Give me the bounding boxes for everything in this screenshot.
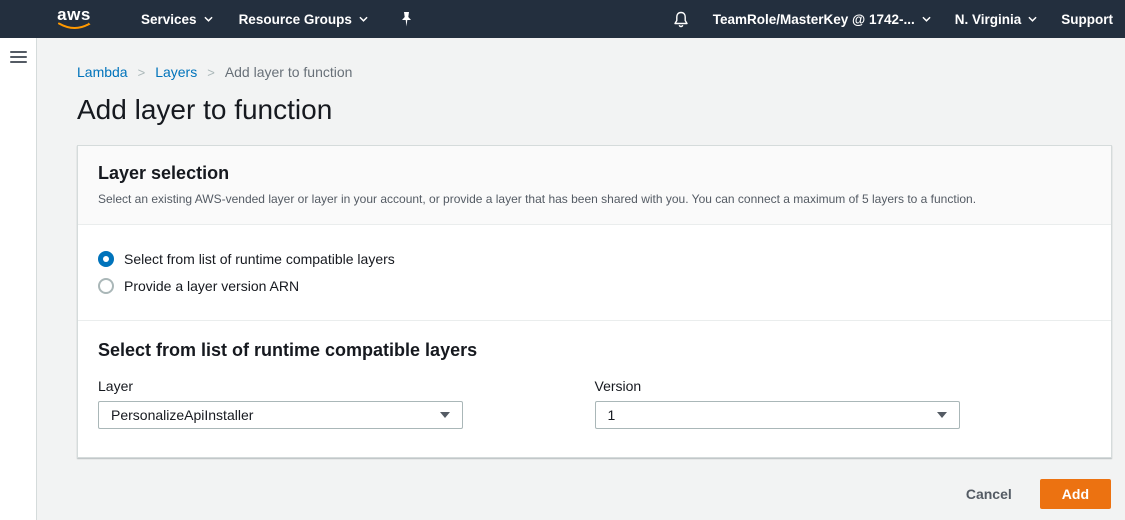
breadcrumb-link-lambda[interactable]: Lambda <box>77 64 128 80</box>
account-menu-label: TeamRole/MasterKey @ 1742-... <box>713 12 915 27</box>
caret-down-icon <box>937 412 947 418</box>
chevron-down-icon <box>359 16 368 22</box>
services-menu-label: Services <box>141 12 197 27</box>
radio-option-runtime-compatible[interactable]: Select from list of runtime compatible l… <box>98 251 1091 267</box>
aws-logo[interactable]: aws <box>57 8 91 31</box>
form-actions: Cancel Add <box>77 479 1112 509</box>
pushpin-icon <box>400 12 413 27</box>
chevron-down-icon <box>922 16 931 22</box>
card-title: Layer selection <box>98 163 1091 184</box>
layer-select-value: PersonalizeApiInstaller <box>111 407 440 423</box>
chevron-down-icon <box>1028 16 1037 22</box>
radio-label: Provide a layer version ARN <box>124 278 299 294</box>
aws-logo-text: aws <box>57 8 91 22</box>
pinned-shortcuts-button[interactable] <box>400 12 413 27</box>
support-menu-label: Support <box>1061 12 1113 27</box>
version-select-value: 1 <box>608 407 937 423</box>
aws-smile-icon <box>57 22 91 31</box>
account-menu[interactable]: TeamRole/MasterKey @ 1742-... <box>713 12 931 27</box>
radio-unselected-icon[interactable] <box>98 278 114 294</box>
breadcrumb-separator: > <box>207 65 215 80</box>
cancel-button[interactable]: Cancel <box>966 486 1012 502</box>
layer-field: Layer PersonalizeApiInstaller <box>98 378 595 429</box>
layer-select[interactable]: PersonalizeApiInstaller <box>98 401 463 429</box>
caret-down-icon <box>440 412 450 418</box>
card-description: Select an existing AWS-vended layer or l… <box>98 191 1091 208</box>
breadcrumb-link-layers[interactable]: Layers <box>155 64 197 80</box>
breadcrumb: Lambda > Layers > Add layer to function <box>77 64 1112 80</box>
radio-selected-icon[interactable] <box>98 251 114 267</box>
add-button[interactable]: Add <box>1040 479 1111 509</box>
resource-groups-menu-label: Resource Groups <box>239 12 352 27</box>
version-field-label: Version <box>595 378 1092 394</box>
section-title: Select from list of runtime compatible l… <box>98 340 1091 361</box>
version-select[interactable]: 1 <box>595 401 960 429</box>
main-content: Lambda > Layers > Add layer to function … <box>38 38 1125 520</box>
layer-selection-card: Layer selection Select an existing AWS-v… <box>77 145 1112 458</box>
support-menu[interactable]: Support <box>1061 12 1113 27</box>
field-row: Layer PersonalizeApiInstaller Version 1 <box>98 378 1091 429</box>
layer-field-label: Layer <box>98 378 595 394</box>
left-sidebar-rail <box>0 38 37 520</box>
version-field: Version 1 <box>595 378 1092 429</box>
bell-icon <box>673 11 689 28</box>
resource-groups-menu[interactable]: Resource Groups <box>239 12 368 27</box>
chevron-down-icon <box>204 16 213 22</box>
radio-label: Select from list of runtime compatible l… <box>124 251 395 267</box>
breadcrumb-current-page: Add layer to function <box>225 64 353 80</box>
section-divider <box>78 320 1111 321</box>
services-menu[interactable]: Services <box>141 12 213 27</box>
card-header: Layer selection Select an existing AWS-v… <box>78 146 1111 225</box>
region-menu[interactable]: N. Virginia <box>955 12 1038 27</box>
hamburger-menu-icon[interactable] <box>10 51 27 63</box>
breadcrumb-separator: > <box>138 65 146 80</box>
region-menu-label: N. Virginia <box>955 12 1022 27</box>
card-body: Select from list of runtime compatible l… <box>78 225 1111 457</box>
radio-option-layer-arn[interactable]: Provide a layer version ARN <box>98 278 1091 294</box>
top-navigation-bar: aws Services Resource Groups Tea <box>0 0 1125 38</box>
notifications-button[interactable] <box>673 11 689 28</box>
page-title: Add layer to function <box>77 94 1112 126</box>
